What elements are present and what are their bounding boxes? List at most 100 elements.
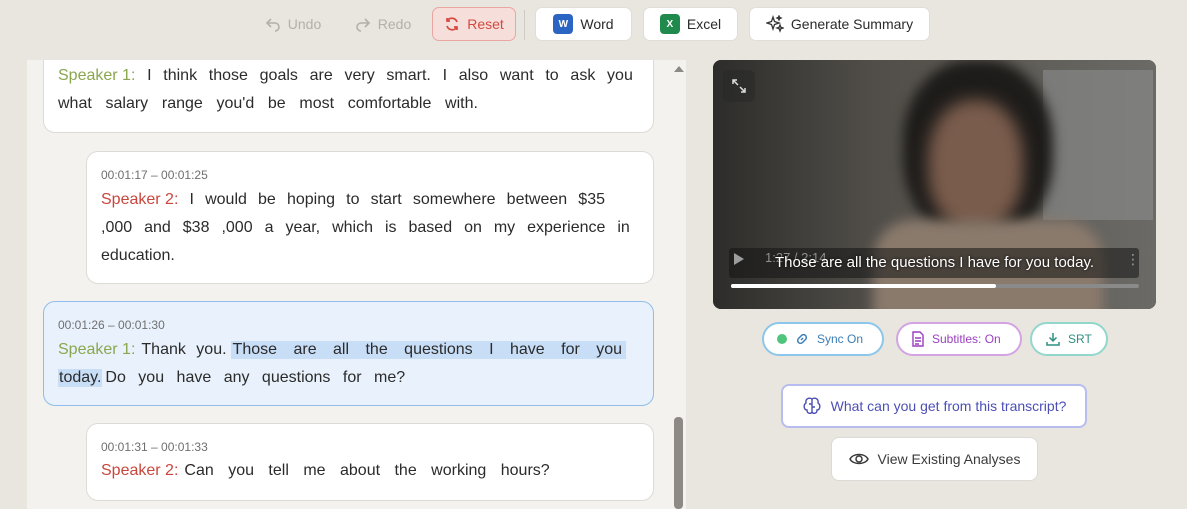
- generate-summary-label: Generate Summary: [790, 16, 914, 32]
- transcript-scrollbar[interactable]: [674, 417, 683, 509]
- view-analyses-label: View Existing Analyses: [877, 451, 1021, 467]
- export-excel-button[interactable]: X Excel: [643, 7, 738, 41]
- word: want: [499, 67, 534, 84]
- segment-line: education.: [101, 247, 175, 265]
- word: with.: [445, 95, 478, 112]
- undo-icon: [265, 18, 280, 32]
- segment-text: Do you have any questions for me?: [105, 369, 406, 386]
- analyze-label: What can you get from this transcript?: [830, 398, 1067, 414]
- segment-line: today. Do you have any questions for me?: [58, 369, 405, 387]
- download-icon: [1046, 333, 1060, 346]
- word: $35: [578, 191, 605, 208]
- word: also: [458, 67, 489, 84]
- srt-label: SRT: [1068, 332, 1092, 346]
- subtitles-label: Subtitles: On: [932, 332, 1001, 346]
- video-progress-fill: [731, 284, 997, 288]
- word: year,: [285, 219, 321, 236]
- word: a: [264, 219, 274, 236]
- word: would: [205, 191, 247, 208]
- word: very: [344, 67, 375, 84]
- word: based: [408, 219, 453, 236]
- redo-icon: [355, 18, 370, 32]
- word: I: [189, 191, 194, 208]
- transcript-segment[interactable]: 00:01:31 – 00:01:33 Speaker 2: Can you t…: [86, 423, 654, 501]
- word: salary: [105, 95, 149, 112]
- speaker-label: Speaker 2:: [101, 462, 179, 479]
- subtitles-toggle[interactable]: Subtitles: On: [896, 322, 1022, 356]
- word: comfortable: [347, 95, 432, 112]
- transcript-segment[interactable]: Speaker 1: I think those goals are very …: [43, 60, 654, 133]
- speaker-label: Speaker 1:: [58, 67, 136, 84]
- word: to: [346, 191, 360, 208]
- highlighted-text: Those are all the questions I have for y…: [230, 341, 627, 359]
- transcript-segment[interactable]: 00:01:17 – 00:01:25 Speaker 2: I would b…: [86, 151, 654, 284]
- srt-download-button[interactable]: SRT: [1030, 322, 1108, 356]
- segment-timestamp: 00:01:31 – 00:01:33: [101, 440, 208, 454]
- video-player[interactable]: 1:27 / 2:14 ⋮ Those are all the question…: [713, 60, 1156, 309]
- segment-line: Speaker 1: I think those goals are very …: [58, 67, 633, 85]
- redo-button[interactable]: Redo: [348, 7, 418, 41]
- sync-status-dot: [777, 334, 787, 344]
- toolbar-divider: [524, 10, 525, 40]
- word: ,000: [221, 219, 253, 236]
- word: what: [58, 95, 92, 112]
- document-icon: [912, 331, 924, 347]
- word: ,000: [101, 219, 133, 236]
- brain-icon: [803, 397, 821, 414]
- transcript-panel: Speaker 1: I think those goals are very …: [27, 60, 686, 509]
- export-word-button[interactable]: W Word: [535, 7, 632, 41]
- speaker-label: Speaker 1:: [58, 341, 136, 358]
- video-progress-bar[interactable]: [731, 284, 1139, 288]
- sync-label: Sync On: [817, 332, 864, 346]
- expand-icon: [732, 79, 746, 93]
- view-analyses-button[interactable]: View Existing Analyses: [831, 437, 1038, 481]
- word: smart.: [386, 67, 431, 84]
- word: most: [299, 95, 335, 112]
- video-frame: [1043, 70, 1153, 220]
- reset-label: Reset: [467, 16, 504, 32]
- refresh-icon: [446, 17, 459, 31]
- toolbar: Undo Redo Reset W Word X Excel Generate …: [0, 6, 1187, 44]
- generate-summary-button[interactable]: Generate Summary: [749, 7, 930, 41]
- word: those: [208, 67, 248, 84]
- transcript-segment-active[interactable]: 00:01:26 – 00:01:30 Speaker 1: Thank you…: [43, 301, 654, 406]
- excel-icon: X: [659, 14, 680, 34]
- word: which: [332, 219, 373, 236]
- word: education.: [101, 247, 175, 264]
- word: $38: [182, 219, 210, 236]
- undo-button[interactable]: Undo: [258, 7, 328, 41]
- speaker-label: Speaker 2:: [101, 191, 179, 208]
- redo-label: Redo: [377, 16, 412, 32]
- segment-line: Speaker 1: Thank you. Those are all the …: [58, 341, 627, 359]
- word: my: [493, 219, 516, 236]
- video-caption: Those are all the questions I have for y…: [774, 254, 1095, 271]
- word: you: [607, 67, 633, 84]
- word: I: [442, 67, 448, 84]
- segment-line: Speaker 2: I would be hoping to start so…: [101, 191, 605, 209]
- word: hoping: [286, 191, 335, 208]
- analyze-transcript-button[interactable]: What can you get from this transcript?: [781, 384, 1087, 428]
- word: on: [464, 219, 482, 236]
- highlighted-text: today.: [58, 369, 103, 387]
- word: to: [545, 67, 559, 84]
- excel-label: Excel: [686, 16, 722, 32]
- word: somewhere: [412, 191, 496, 208]
- word: start: [370, 191, 402, 208]
- word: between: [506, 191, 568, 208]
- word: goals: [259, 67, 298, 84]
- eye-icon: [848, 453, 869, 465]
- sync-toggle[interactable]: Sync On: [762, 322, 884, 356]
- segment-line: Speaker 2: Can you tell me about the wor…: [101, 462, 550, 480]
- scroll-up-arrow[interactable]: [674, 66, 684, 72]
- word-label: Word: [580, 16, 614, 32]
- undo-label: Undo: [287, 16, 322, 32]
- word: you'd: [216, 95, 255, 112]
- segment-timestamp: 00:01:17 – 00:01:25: [101, 168, 208, 182]
- link-icon: [796, 333, 808, 345]
- word: think: [163, 67, 198, 84]
- word: range: [161, 95, 203, 112]
- word: be: [258, 191, 276, 208]
- word: experience: [527, 219, 606, 236]
- reset-button[interactable]: Reset: [432, 7, 516, 41]
- fullscreen-button[interactable]: [723, 70, 755, 102]
